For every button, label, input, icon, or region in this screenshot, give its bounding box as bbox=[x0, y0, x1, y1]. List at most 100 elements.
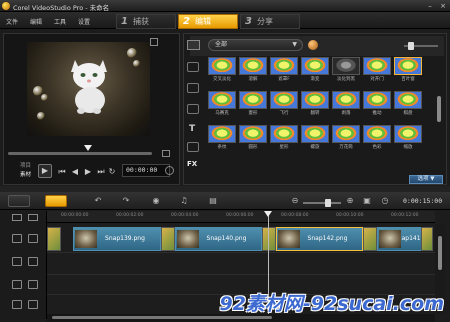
transition-thumbnail[interactable]: 圆形 bbox=[239, 125, 267, 152]
title-track-lock-icon[interactable] bbox=[28, 280, 38, 289]
online-library-icon[interactable] bbox=[308, 40, 318, 50]
undo-icon[interactable]: ↶ bbox=[93, 196, 103, 206]
transition-thumbnail[interactable]: 星形 bbox=[270, 125, 298, 152]
overlay-track-icon[interactable] bbox=[28, 234, 38, 243]
minimize-button[interactable]: – bbox=[424, 2, 436, 10]
transition-clip[interactable] bbox=[161, 227, 175, 251]
snapshot-icon[interactable] bbox=[162, 150, 170, 157]
menu-file[interactable]: 文件 bbox=[6, 17, 18, 26]
transition-thumbnail[interactable]: 翻转 bbox=[301, 91, 329, 118]
mode-project-label[interactable]: 项目 bbox=[20, 161, 31, 169]
video-clip[interactable]: Snap142.png bbox=[276, 227, 363, 251]
transition-thumbnail[interactable]: 遮罩F bbox=[270, 57, 298, 84]
menu-tools[interactable]: 工具 bbox=[54, 17, 66, 26]
preview-scrubber[interactable] bbox=[8, 152, 152, 155]
audio-mixer-icon[interactable]: ♫ bbox=[179, 196, 189, 206]
transition-icon[interactable] bbox=[187, 83, 199, 93]
menu-settings[interactable]: 设置 bbox=[78, 17, 90, 26]
tab-capture[interactable]: 1 捕获 bbox=[116, 14, 176, 29]
fit-project-icon[interactable]: ▣ bbox=[362, 196, 372, 206]
voice-track-icon[interactable] bbox=[12, 300, 22, 309]
mode-clip-label[interactable]: 素材 bbox=[20, 170, 31, 178]
chapter-icon[interactable] bbox=[28, 214, 38, 221]
playhead-handle[interactable] bbox=[264, 211, 272, 217]
clip-thumbnail bbox=[177, 230, 199, 248]
filter-icon[interactable]: FX bbox=[187, 160, 197, 168]
thumbnail-label: 渐变 bbox=[310, 77, 320, 82]
transition-clip[interactable] bbox=[421, 227, 433, 251]
prev-icon[interactable]: ⏮ bbox=[57, 166, 67, 177]
graphic-icon[interactable] bbox=[187, 142, 199, 152]
library-folder-icon[interactable] bbox=[187, 40, 200, 50]
transition-thumbnail[interactable]: 马赛克 bbox=[208, 91, 236, 118]
timeline-zoom-track[interactable] bbox=[303, 202, 341, 204]
storyboard-view-button[interactable] bbox=[8, 195, 30, 207]
ruler-tick-label: 00:00:12:00 bbox=[391, 213, 419, 218]
play-button[interactable]: ▶ bbox=[38, 164, 52, 178]
step-number: 2 bbox=[183, 16, 190, 27]
transition-clip[interactable] bbox=[262, 227, 276, 251]
title-track-icon[interactable] bbox=[12, 280, 22, 289]
text-title-icon[interactable]: T bbox=[189, 124, 195, 134]
tab-share[interactable]: 3 分享 bbox=[240, 14, 300, 29]
transition-thumbnail[interactable]: 棋盘 bbox=[394, 91, 422, 118]
thumbnail-label: 马赛克 bbox=[215, 111, 229, 116]
zoom-in-icon[interactable]: ⊕ bbox=[345, 196, 355, 206]
title-icon[interactable] bbox=[187, 104, 199, 114]
forward-icon[interactable]: ▶ bbox=[83, 166, 93, 177]
video-clip[interactable]: Snap140.png bbox=[175, 227, 262, 251]
music-track-icon[interactable] bbox=[28, 300, 38, 309]
next-icon[interactable]: ⏭ bbox=[96, 166, 106, 177]
overlay-track-icon[interactable] bbox=[12, 257, 22, 266]
auto-music-icon[interactable]: ▤ bbox=[208, 196, 218, 206]
transition-thumbnail[interactable]: 交叉淡化 bbox=[208, 57, 236, 84]
transition-thumbnail[interactable]: 推动 bbox=[363, 91, 391, 118]
record-capture-icon[interactable]: ◉ bbox=[151, 196, 161, 206]
loop-icon[interactable]: ↻ bbox=[107, 166, 117, 177]
rewind-icon[interactable]: ◀ bbox=[70, 166, 80, 177]
transition-thumbnail[interactable]: 百叶窗 bbox=[394, 57, 422, 84]
video-preview[interactable] bbox=[27, 42, 150, 136]
transition-thumbnail[interactable]: 飞行 bbox=[270, 91, 298, 118]
transition-thumbnail[interactable]: 剥落 bbox=[332, 91, 360, 118]
transition-thumbnail[interactable]: 万花筒 bbox=[332, 125, 360, 152]
close-button[interactable]: × bbox=[437, 2, 449, 10]
transition-thumbnail[interactable]: 渐变 bbox=[301, 57, 329, 84]
options-button[interactable]: 选项 ▼ bbox=[409, 175, 443, 184]
transition-clip[interactable] bbox=[363, 227, 377, 251]
zoom-out-icon[interactable]: ⊖ bbox=[290, 196, 300, 206]
transition-clip[interactable] bbox=[47, 227, 61, 251]
transition-thumbnail[interactable]: 对开门 bbox=[363, 57, 391, 84]
media-icon[interactable] bbox=[187, 62, 199, 72]
track-manager-icon[interactable] bbox=[12, 214, 22, 221]
library-scrollbar[interactable] bbox=[437, 96, 441, 122]
transition-thumbnail[interactable]: 条纹 bbox=[208, 125, 236, 152]
timeline-view-button[interactable] bbox=[45, 195, 67, 207]
timeline-vscroll-thumb[interactable] bbox=[438, 236, 442, 270]
timeline-zoom-knob[interactable] bbox=[325, 199, 331, 207]
tab-edit[interactable]: 2 编辑 bbox=[178, 14, 238, 29]
lock-icon[interactable] bbox=[28, 257, 38, 266]
menu-edit[interactable]: 编辑 bbox=[30, 17, 42, 26]
thumbnail-zoom-knob[interactable] bbox=[408, 42, 414, 50]
volume-icon[interactable] bbox=[165, 166, 174, 175]
ruler-tick-label: 00:00:10:00 bbox=[336, 213, 364, 218]
video-clip[interactable]: Snap139.png bbox=[73, 227, 161, 251]
scrubber-handle[interactable] bbox=[84, 145, 92, 151]
fullscreen-icon[interactable] bbox=[150, 38, 158, 46]
transition-thumbnail[interactable]: 缩放 bbox=[394, 125, 422, 152]
thumbnail-label: 淡化到黑 bbox=[337, 77, 355, 82]
transition-thumbnail[interactable]: 菱形 bbox=[239, 91, 267, 118]
transition-thumbnail[interactable]: 淡化到黑 bbox=[332, 57, 360, 84]
redo-icon[interactable]: ↷ bbox=[121, 196, 131, 206]
timeline-timecode[interactable]: 0:00:15:00 bbox=[403, 195, 445, 207]
category-select[interactable]: 全部 ▼ bbox=[208, 39, 303, 51]
transition-thumbnail[interactable]: 溶解 bbox=[239, 57, 267, 84]
timeline-ruler[interactable]: 00:00:00:00 00:00:02:00 00:00:04:00 00:00:0… bbox=[47, 211, 435, 223]
thumbnail-image bbox=[363, 91, 391, 109]
video-track-icon[interactable] bbox=[12, 234, 22, 243]
transition-thumbnail[interactable]: 色彩 bbox=[363, 125, 391, 152]
transition-thumbnail[interactable]: 螺旋 bbox=[301, 125, 329, 152]
timeline-hscroll-thumb[interactable] bbox=[52, 316, 272, 319]
preview-timecode[interactable]: 00:00:00 bbox=[122, 164, 170, 177]
